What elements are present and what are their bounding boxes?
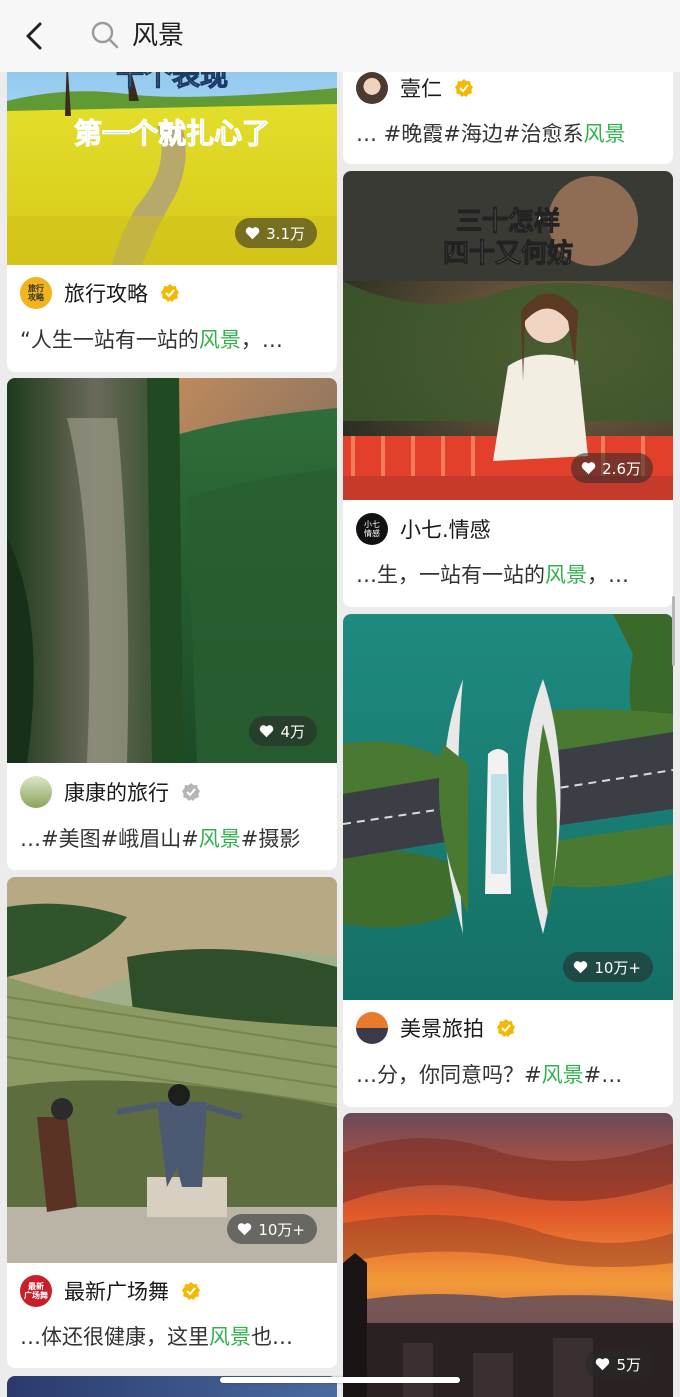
heart-icon: [260, 725, 274, 738]
heart-icon: [238, 1223, 252, 1236]
heart-icon: [596, 1358, 610, 1371]
author-name[interactable]: 康康的旅行: [64, 777, 169, 807]
author-name[interactable]: 最新广场舞: [64, 1276, 169, 1306]
search-query[interactable]: 风景: [132, 18, 184, 54]
chevron-left-icon[interactable]: [20, 18, 50, 54]
desc-text-tail: #摄影: [240, 827, 301, 851]
author-name[interactable]: 旅行攻略: [64, 278, 148, 308]
like-count-text: 5万: [616, 1355, 641, 1374]
heart-icon: [574, 961, 588, 974]
desc-text: …体还很健康，这里: [20, 1325, 209, 1349]
verified-badge-icon: [161, 284, 179, 302]
like-count: 3.1万: [235, 218, 317, 248]
heart-icon: [581, 462, 596, 475]
like-count: 5万: [585, 1349, 653, 1379]
heart-icon: [245, 227, 260, 240]
desc-text: …分，你同意吗？#: [356, 1063, 542, 1087]
avatar[interactable]: 最新 广场舞: [20, 1275, 52, 1307]
scrollbar-thumb[interactable]: [672, 596, 675, 666]
keyword-highlight: 风景: [198, 827, 241, 851]
desc-text: …#美图#峨眉山#: [20, 827, 199, 851]
desc-text-tail: #…: [583, 1063, 623, 1087]
video-description[interactable]: …分，你同意吗？#风景#…: [356, 1059, 663, 1089]
author-name[interactable]: 小七.情感: [400, 514, 491, 544]
video-card[interactable]: 三十怎样 四十又何妨 2.6万 小七 情感 小七.情感 …生，一站有一站的风景，…: [343, 171, 673, 607]
video-description[interactable]: “人生一站有一站的风景，…: [20, 324, 327, 354]
video-thumbnail[interactable]: 十个表现 第一个就扎心了 3.1万: [7, 56, 337, 265]
verified-badge-icon: [182, 783, 200, 801]
verified-badge-icon: [182, 1282, 200, 1300]
desc-text: …生，一站有一站的: [356, 563, 545, 587]
desc-text: “人生一站有一站的: [20, 328, 199, 352]
video-card[interactable]: 4万 康康的旅行 …#美图#峨眉山#风景#摄影: [7, 378, 337, 870]
like-count: 4万: [249, 716, 317, 746]
like-count: 2.6万: [571, 453, 653, 483]
author-name[interactable]: 壹仁: [400, 73, 442, 103]
desc-text-tail: ，…: [587, 563, 629, 587]
author-name[interactable]: 美景旅拍: [400, 1013, 484, 1043]
video-thumbnail[interactable]: 三十怎样 四十又何妨 2.6万: [343, 171, 673, 500]
keyword-highlight: 风景: [209, 1325, 251, 1349]
video-card[interactable]: 10万+ 美景旅拍 …分，你同意吗？#风景#…: [343, 614, 673, 1107]
video-thumbnail[interactable]: 10万+: [7, 877, 337, 1263]
video-card[interactable]: 10万+ 最新 广场舞 最新广场舞 …体还很健康，这里风景也…: [7, 877, 337, 1368]
keyword-highlight: 风景: [541, 1063, 584, 1087]
avatar[interactable]: 旅行 攻略: [20, 277, 52, 309]
verified-badge-icon: [455, 79, 473, 97]
video-description[interactable]: … #晚霞#海边#治愈系风景: [356, 118, 663, 148]
avatar[interactable]: 小七 情感: [356, 513, 388, 545]
water-overpass-image: [343, 614, 673, 1000]
author-row[interactable]: 康康的旅行: [20, 774, 201, 810]
avatar[interactable]: [356, 1012, 388, 1044]
like-count-text: 2.6万: [602, 459, 641, 478]
search-icon[interactable]: [90, 20, 120, 50]
author-row[interactable]: 最新 广场舞 最新广场舞: [20, 1273, 201, 1309]
keyword-highlight: 风景: [198, 328, 241, 352]
video-thumbnail[interactable]: 4万: [7, 378, 337, 763]
home-indicator[interactable]: [220, 1377, 460, 1383]
terraced-hills-image: [7, 877, 337, 1263]
author-row[interactable]: 美景旅拍: [356, 1010, 516, 1046]
like-count-text: 3.1万: [266, 224, 305, 243]
mountain-cliff-image: [7, 378, 337, 763]
like-count-text: 4万: [280, 722, 305, 741]
author-row[interactable]: 壹仁: [356, 70, 474, 106]
avatar[interactable]: [356, 72, 388, 104]
avatar[interactable]: [20, 776, 52, 808]
video-description[interactable]: …体还很健康，这里风景也…: [20, 1321, 327, 1351]
video-card[interactable]: 5万: [343, 1113, 673, 1397]
author-row[interactable]: 旅行 攻略 旅行攻略: [20, 275, 180, 311]
keyword-highlight: 风景: [583, 122, 626, 146]
keyword-highlight: 风景: [545, 563, 587, 587]
verified-badge-icon: [497, 1019, 515, 1037]
video-thumbnail[interactable]: 10万+: [343, 614, 673, 1000]
video-description[interactable]: …#美图#峨眉山#风景#摄影: [20, 823, 327, 853]
like-count-text: 10万+: [594, 958, 641, 977]
overlay-title-bottom: 四十又何妨: [442, 239, 573, 270]
top-bar: 风景: [0, 0, 680, 72]
desc-text-tail: 也…: [251, 1325, 293, 1349]
desc-text: … #晚霞#海边#治愈系: [356, 122, 584, 146]
like-count-text: 10万+: [258, 1220, 305, 1239]
desc-text-tail: ，…: [240, 328, 283, 352]
author-row[interactable]: 小七 情感 小七.情感: [356, 511, 491, 547]
video-card[interactable]: 十个表现 第一个就扎心了 3.1万 旅行 攻略 旅行攻略 “人生一站有一站的风景…: [7, 56, 337, 372]
like-count: 10万+: [563, 952, 653, 982]
video-card[interactable]: 壹仁 … #晚霞#海边#治愈系风景: [343, 56, 673, 164]
overlay-title-bottom: 第一个就扎心了: [73, 117, 270, 151]
video-thumbnail[interactable]: 5万: [343, 1113, 673, 1397]
like-count: 10万+: [227, 1214, 317, 1244]
video-description[interactable]: …生，一站有一站的风景，…: [356, 559, 663, 589]
